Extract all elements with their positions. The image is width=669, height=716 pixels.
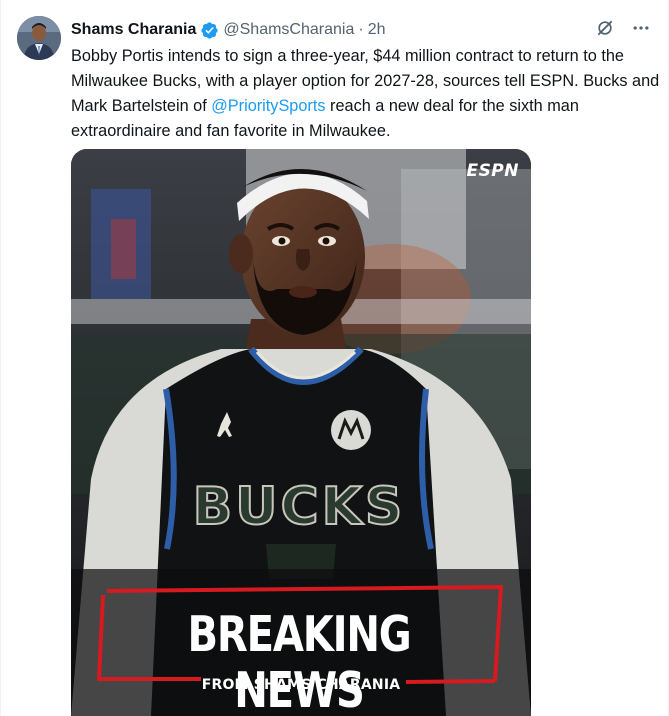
header-actions [594,17,652,39]
more-icon[interactable] [630,17,652,39]
tweet-text: Bobby Portis intends to sign a three-yea… [71,44,661,144]
author-name[interactable]: Shams Charania [71,21,196,39]
author-handle[interactable]: @ShamsCharania [223,21,354,39]
mention-link[interactable]: @PrioritySports [211,97,325,115]
timestamp[interactable]: 2h [368,21,386,39]
espn-logo: ESPN [466,161,519,181]
breaking-news-subtitle: FROM SHAMS CHARANIA [201,677,401,693]
jersey-text: BUCKS [193,477,406,537]
tweet-media-image[interactable]: BUCKS ESPN BREAKING NEWS FROM SHAMS CHAR… [71,149,531,716]
tweet[interactable]: Shams Charania @ShamsCharania · 2h Bobby… [0,0,669,716]
separator-dot: · [358,21,364,38]
breaking-news-title: BREAKING NEWS [187,606,412,716]
grok-icon[interactable] [594,17,616,39]
tweet-header: Shams Charania @ShamsCharania · 2h [71,19,652,41]
avatar[interactable] [17,16,61,60]
verified-badge-icon [201,21,219,39]
breaking-news-banner: BREAKING NEWS [95,591,503,716]
